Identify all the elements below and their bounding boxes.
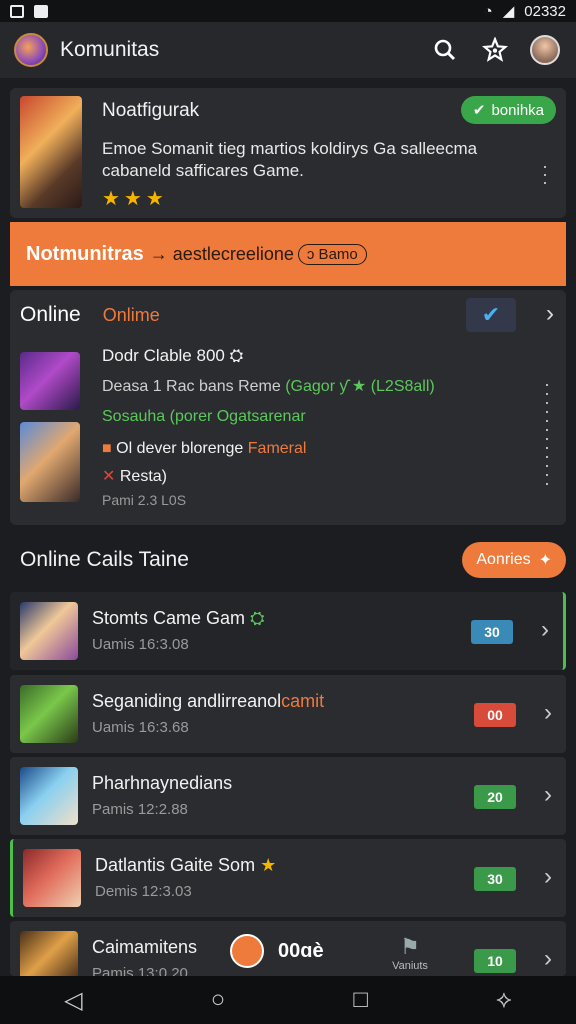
online-game-thumb-1 [20, 352, 80, 410]
online-entry-line3-b: Fameral [247, 440, 307, 457]
list-item-thumb [23, 849, 81, 907]
list-item-extra: ★ [260, 855, 277, 875]
banner-title: Notmunitras [26, 242, 144, 265]
chevron-right-icon[interactable]: › [541, 616, 549, 644]
sparkle-icon: ✦ [538, 552, 552, 569]
online-entry-title: Dodr Clable 800 ⛭ [102, 346, 244, 365]
list-item-title-text: Datlantis Gaite Som [95, 855, 256, 875]
status-time: 02332 [524, 2, 566, 20]
more-options-icon[interactable]: · · · [542, 157, 548, 191]
promo-banner[interactable]: Notmunitras → aestlecreelione ɔ Bamo [10, 222, 566, 286]
online-entry-line5: Pami 2.3 L0S [102, 492, 187, 508]
chevron-right-icon[interactable]: › [544, 781, 552, 809]
app-title: Komunitas [60, 38, 160, 61]
online-entry-line3: ■ Ol dever blorenge Fameral [102, 440, 306, 458]
section-action-button[interactable]: Aonries ✦ [462, 542, 566, 578]
flag-icon: ⚑ [400, 934, 420, 959]
banner-pill[interactable]: ɔ Bamo [297, 243, 367, 265]
list-item-title: Datlantis Gaite Som ★ [95, 855, 276, 876]
verified-badge-label: bonihka [491, 101, 544, 119]
coin-icon [230, 934, 264, 968]
flag-label: Vaniuts [392, 960, 428, 972]
list-item-title-text: Caimamitens [92, 937, 198, 957]
check-icon[interactable]: ✔ [466, 298, 516, 332]
list-item-sub: Demis 12:3.03 [95, 883, 192, 900]
chevron-right-icon[interactable]: › [544, 945, 552, 973]
check-icon: ✔ [472, 102, 486, 119]
scroll-dots-icon: · · · · · · · · · · · · [544, 374, 550, 493]
close-icon: ✕ [102, 468, 116, 485]
chevron-right-icon[interactable]: › [546, 300, 554, 328]
status-bar: ◔ ◢ 02332 [0, 0, 576, 22]
list-item-thumb [20, 602, 78, 660]
flag-button[interactable]: ⚑ Vaniuts [388, 934, 432, 972]
assistant-icon[interactable]: ⟡ [496, 986, 512, 1014]
notification-icon [10, 4, 24, 18]
featured-game-image [20, 96, 82, 208]
list-item-badge: 10 [474, 949, 516, 973]
list-item-title: Pharhnaynedians [92, 773, 232, 794]
list-item-extra: ⛭ [250, 608, 265, 628]
list-item-extra: camit [281, 691, 325, 711]
app-bar: Komunitas [0, 22, 576, 78]
list-item-badge: 20 [474, 785, 516, 809]
list-item-thumb [20, 767, 78, 825]
chevron-right-icon[interactable]: › [544, 699, 552, 727]
orange-square-icon: ■ [102, 440, 112, 457]
profile-button[interactable] [528, 33, 562, 67]
rating-stars: ★★★ [102, 188, 168, 210]
photo-notification-icon [34, 4, 48, 18]
online-entry-line2: Sosauha (porer Ogatsarenar [102, 408, 306, 425]
list-item-title-text: Seganiding andlirreanol [92, 691, 282, 711]
list-item[interactable]: Seganiding andlirreanolcamit Uamis 16:3.… [10, 675, 566, 753]
signal-icon: ◢ [502, 3, 515, 20]
list-item-title: Caimamitens [92, 937, 197, 958]
search-icon[interactable] [428, 33, 462, 67]
online-entry-line3-a: Ol dever blorenge [116, 440, 244, 457]
recents-icon[interactable]: □ [353, 986, 368, 1014]
tab-online[interactable]: Online [20, 303, 81, 327]
online-entry-line1: Deasa 1 Rac bans Reme (Gagor ƴ ★ (L2S8al… [102, 376, 435, 396]
section-action-label: Aonries [476, 551, 531, 568]
app-logo [14, 33, 48, 67]
list-item[interactable]: Datlantis Gaite Som ★ Demis 12:3.03 30 › [10, 839, 566, 917]
list-item-title-text: Stomts Came Gam [92, 608, 246, 628]
list-item[interactable]: Pharhnaynedians Pamis 12:2.88 20 › [10, 757, 566, 835]
list-item-badge: 00 [474, 703, 516, 727]
tab-onlime[interactable]: Onlime [103, 305, 160, 326]
verified-badge[interactable]: ✔ bonihka [460, 96, 556, 124]
list-item[interactable]: Stomts Came Gam ⛭ Uamis 16:3.08 30 › [10, 592, 566, 670]
online-entry-line1-b: (Gagor ƴ ★ (L2S8all) [285, 378, 435, 395]
list-item-title-text: Pharhnaynedians [92, 773, 233, 793]
floating-counter[interactable]: 00ɑè [230, 932, 324, 970]
list-item-badge: 30 [471, 620, 513, 644]
featured-title: Noatfigurak [102, 100, 200, 121]
banner-text: → aestlecreelione [149, 243, 294, 264]
online-entry-line4-text: Resta) [119, 468, 167, 485]
back-icon[interactable]: ◁ [64, 986, 82, 1015]
featured-description: Emoe Somanit tieg martios koldirys Ga sa… [102, 139, 478, 180]
online-entry-line1-a: Deasa 1 Rac bans Reme [102, 378, 281, 395]
list-item-sub: Pamis 13:0.20 [92, 965, 188, 976]
section-title: Online Cails Taine [20, 548, 189, 571]
star-settings-icon[interactable] [478, 33, 512, 67]
list-item-thumb [20, 931, 78, 976]
list-item-thumb [20, 685, 78, 743]
list-item-title: Stomts Came Gam ⛭ [92, 608, 264, 629]
list-item-title: Seganiding andlirreanolcamit [92, 691, 324, 712]
list-item-sub: Uamis 16:3.08 [92, 636, 189, 653]
wifi-icon: ◔ [483, 2, 493, 20]
system-nav-bar: ◁ ○ □ ⟡ [0, 976, 576, 1024]
list-item-sub: Pamis 12:2.88 [92, 801, 188, 818]
online-game-thumb-2 [20, 422, 80, 502]
online-card: Online Onlime ✔ › Dodr Clable 800 ⛭ Deas… [10, 290, 566, 525]
online-entry-line4: ✕ Resta) [102, 466, 167, 486]
chevron-right-icon[interactable]: › [544, 863, 552, 891]
home-icon[interactable]: ○ [211, 986, 226, 1014]
featured-game-card[interactable]: Noatfigurak ✔ bonihka Emoe Somanit tieg … [10, 88, 566, 218]
list-item-badge: 30 [474, 867, 516, 891]
avatar [530, 35, 560, 65]
list-item-sub: Uamis 16:3.68 [92, 719, 189, 736]
floating-value: 00ɑè [278, 939, 324, 962]
